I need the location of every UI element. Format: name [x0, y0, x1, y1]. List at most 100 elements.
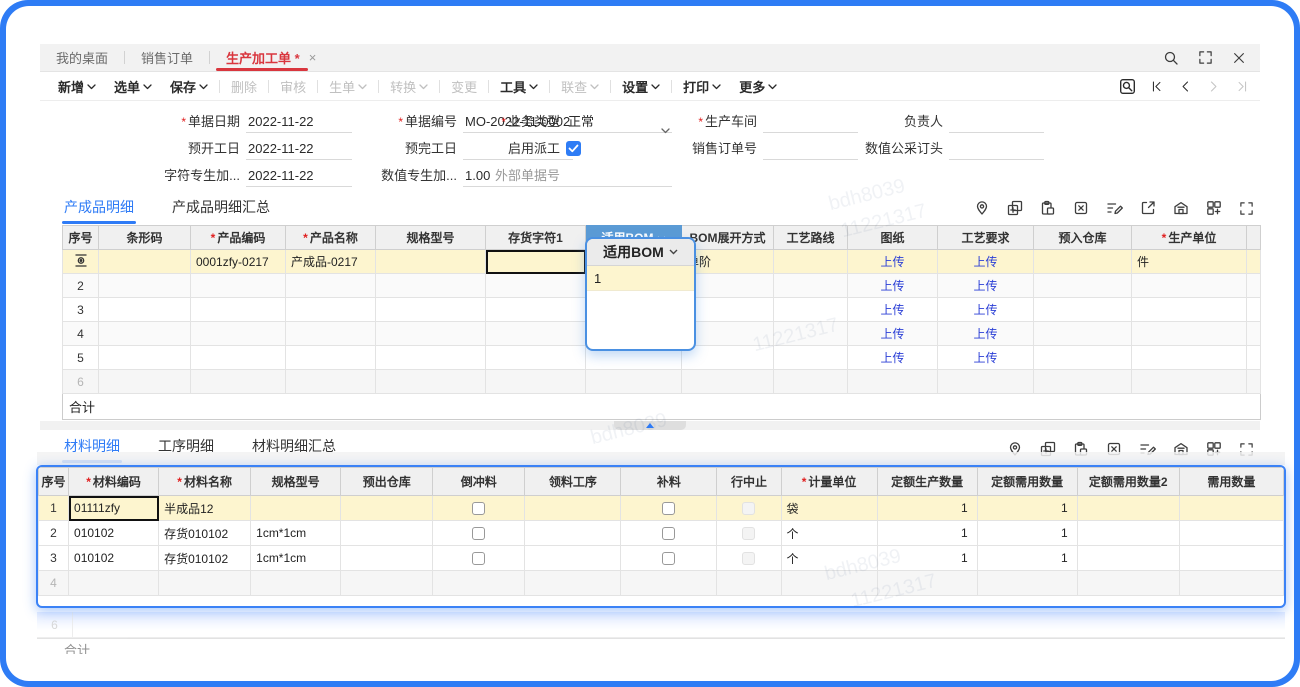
- cell[interactable]: [486, 370, 586, 394]
- cell[interactable]: [99, 346, 191, 370]
- cell[interactable]: [99, 370, 191, 394]
- close-icon[interactable]: [1232, 51, 1246, 65]
- cell[interactable]: [99, 322, 191, 346]
- cell[interactable]: 1cm*1cm: [251, 521, 341, 546]
- cell[interactable]: [1077, 546, 1179, 571]
- cell[interactable]: [486, 274, 586, 298]
- browse-icon[interactable]: [1119, 78, 1136, 95]
- cell[interactable]: [486, 250, 586, 274]
- cell[interactable]: [938, 370, 1034, 394]
- cell[interactable]: [1247, 370, 1261, 394]
- upload-link[interactable]: 上传: [880, 303, 904, 317]
- cell[interactable]: [1132, 322, 1247, 346]
- toolbar-2-button[interactable]: 选单: [114, 77, 152, 96]
- cell[interactable]: [977, 571, 1077, 596]
- batch-edit-icon[interactable]: [1106, 200, 1123, 216]
- cell[interactable]: [99, 250, 191, 274]
- cell[interactable]: [376, 298, 486, 322]
- toolbar-9-button[interactable]: 工具: [500, 77, 538, 96]
- cell[interactable]: [525, 496, 621, 521]
- checkbox[interactable]: [472, 527, 485, 540]
- cell[interactable]: 个: [781, 521, 877, 546]
- cell[interactable]: 1: [877, 546, 977, 571]
- enable-dispatch-checkbox[interactable]: [566, 141, 581, 156]
- cell[interactable]: [486, 298, 586, 322]
- cell[interactable]: [1179, 571, 1283, 596]
- cell[interactable]: [1247, 250, 1261, 274]
- cell[interactable]: [69, 571, 159, 596]
- cell[interactable]: [341, 571, 433, 596]
- bom-dropdown-item[interactable]: 1: [587, 266, 694, 291]
- fullscreen-icon[interactable]: [1198, 50, 1213, 65]
- cell[interactable]: [433, 521, 525, 546]
- tab-close-icon[interactable]: ×: [309, 50, 317, 65]
- cell[interactable]: [774, 322, 848, 346]
- cell[interactable]: [1034, 322, 1132, 346]
- first-icon[interactable]: [1151, 80, 1164, 93]
- toolbar-1-button[interactable]: 新增: [58, 77, 96, 96]
- cell[interactable]: [191, 298, 286, 322]
- cell[interactable]: [191, 370, 286, 394]
- cell[interactable]: [621, 521, 717, 546]
- cell[interactable]: [774, 298, 848, 322]
- cell[interactable]: [1132, 346, 1247, 370]
- cell[interactable]: [376, 250, 486, 274]
- checkbox[interactable]: [472, 552, 485, 565]
- splitter-collapse-handle[interactable]: [614, 421, 686, 430]
- cell[interactable]: [717, 571, 781, 596]
- cell[interactable]: [774, 346, 848, 370]
- cell[interactable]: 上传: [938, 346, 1034, 370]
- cell[interactable]: 上传: [848, 298, 938, 322]
- upload-link[interactable]: 上传: [880, 351, 904, 365]
- cell[interactable]: [1247, 322, 1261, 346]
- cell[interactable]: 上传: [848, 274, 938, 298]
- cell[interactable]: [376, 346, 486, 370]
- field-input-13[interactable]: [566, 165, 672, 187]
- cell[interactable]: [1132, 274, 1247, 298]
- cell[interactable]: [1034, 346, 1132, 370]
- cell[interactable]: [1034, 298, 1132, 322]
- search-icon[interactable]: [1163, 50, 1179, 66]
- cell[interactable]: 袋: [781, 496, 877, 521]
- prev-icon[interactable]: [1179, 80, 1192, 93]
- checkbox[interactable]: [472, 502, 485, 515]
- cell[interactable]: 上传: [938, 322, 1034, 346]
- cell[interactable]: [286, 274, 376, 298]
- upload-link[interactable]: 上传: [973, 279, 997, 293]
- cell[interactable]: 上传: [938, 250, 1034, 274]
- cell[interactable]: [717, 521, 781, 546]
- cell[interactable]: [717, 546, 781, 571]
- cell[interactable]: [525, 521, 621, 546]
- cell[interactable]: [486, 322, 586, 346]
- cell[interactable]: 件: [1132, 250, 1247, 274]
- cell[interactable]: [1179, 521, 1283, 546]
- cell[interactable]: [1034, 274, 1132, 298]
- panel-splitter[interactable]: [40, 421, 1260, 430]
- cell[interactable]: [341, 496, 433, 521]
- cell[interactable]: [1132, 370, 1247, 394]
- cell[interactable]: [1034, 370, 1132, 394]
- cell[interactable]: [433, 546, 525, 571]
- cell[interactable]: [1132, 298, 1247, 322]
- cell[interactable]: [341, 546, 433, 571]
- cell[interactable]: [286, 370, 376, 394]
- cell[interactable]: [1179, 496, 1283, 521]
- cell[interactable]: 1cm*1cm: [251, 546, 341, 571]
- toolbar-11-button[interactable]: 设置: [622, 77, 660, 96]
- tab-3[interactable]: 生产加工单 *×: [210, 44, 332, 71]
- cell[interactable]: 上传: [938, 274, 1034, 298]
- cell[interactable]: [1034, 250, 1132, 274]
- cell[interactable]: [376, 274, 486, 298]
- toolbar-3-button[interactable]: 保存: [170, 77, 208, 96]
- cell[interactable]: [717, 496, 781, 521]
- cell[interactable]: 上传: [938, 298, 1034, 322]
- cell[interactable]: 上传: [848, 250, 938, 274]
- cell[interactable]: [621, 546, 717, 571]
- cell[interactable]: 01111zfy: [69, 496, 159, 521]
- cell[interactable]: [251, 571, 341, 596]
- cell[interactable]: [1247, 298, 1261, 322]
- cell[interactable]: 010102: [69, 546, 159, 571]
- cell[interactable]: [781, 571, 877, 596]
- upload-link[interactable]: 上传: [880, 327, 904, 341]
- cell[interactable]: [525, 546, 621, 571]
